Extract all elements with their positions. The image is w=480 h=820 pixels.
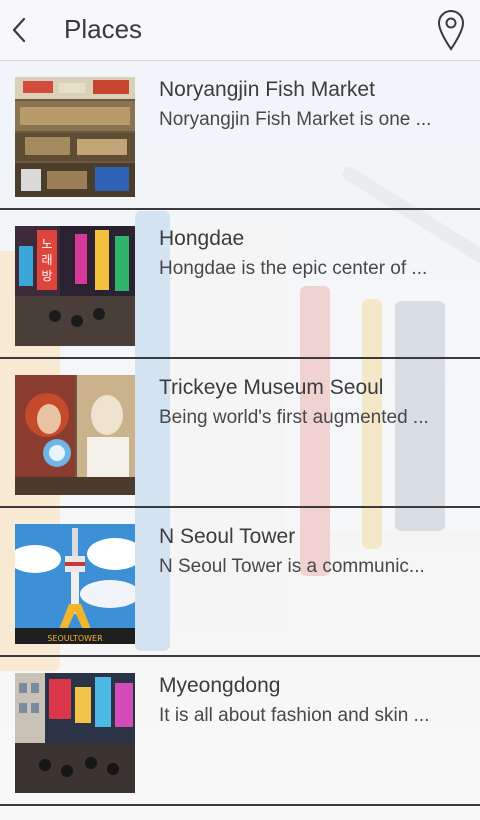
place-thumbnail bbox=[15, 375, 135, 495]
place-description: Being world's first augmented ... bbox=[159, 407, 429, 428]
place-title: Trickeye Museum Seoul bbox=[159, 376, 384, 399]
place-description: Hongdae is the epic center of ... bbox=[159, 258, 428, 279]
place-thumbnail: SEOULTOWER bbox=[15, 524, 135, 644]
places-list: Noryangjin Fish Market Noryangjin Fish M… bbox=[0, 61, 480, 806]
map-button[interactable] bbox=[436, 8, 466, 52]
place-thumbnail bbox=[15, 673, 135, 793]
place-thumbnail: 노 래 방 bbox=[15, 226, 135, 346]
place-description: It is all about fashion and skin ... bbox=[159, 705, 430, 726]
list-item[interactable]: 노 래 방 Hongdae Hongdae is the epic center… bbox=[0, 210, 480, 359]
hongdae-street-image: 노 래 방 bbox=[15, 226, 135, 346]
chevron-left-icon bbox=[12, 17, 26, 43]
myeongdong-street-image bbox=[15, 673, 135, 793]
place-title: Noryangjin Fish Market bbox=[159, 78, 375, 101]
place-thumbnail bbox=[15, 77, 135, 197]
n-seoul-tower-image: SEOULTOWER bbox=[15, 524, 135, 644]
trickeye-museum-image bbox=[15, 375, 135, 495]
place-description: N Seoul Tower is a communic... bbox=[159, 556, 425, 577]
place-title: Hongdae bbox=[159, 227, 245, 250]
app-header: Places bbox=[0, 0, 480, 61]
place-title: N Seoul Tower bbox=[159, 525, 296, 548]
hongdae-sign-text: 래 bbox=[41, 253, 52, 267]
page-title: Places bbox=[64, 14, 143, 44]
list-item[interactable]: Myeongdong It is all about fashion and s… bbox=[0, 657, 480, 806]
list-item[interactable]: SEOULTOWER N Seoul Tower N Seoul Tower i… bbox=[0, 508, 480, 657]
list-item[interactable]: Trickeye Museum Seoul Being world's firs… bbox=[0, 359, 480, 508]
list-item[interactable]: Noryangjin Fish Market Noryangjin Fish M… bbox=[0, 61, 480, 210]
map-pin-icon bbox=[437, 10, 465, 51]
hongdae-sign-text: 방 bbox=[41, 269, 52, 283]
hongdae-sign-text: 노 bbox=[41, 237, 52, 251]
place-description: Noryangjin Fish Market is one ... bbox=[159, 109, 432, 130]
place-title: Myeongdong bbox=[159, 674, 281, 697]
fish-market-image bbox=[15, 77, 135, 197]
tower-sign-text: SEOULTOWER bbox=[47, 634, 103, 643]
back-button[interactable] bbox=[6, 12, 36, 48]
